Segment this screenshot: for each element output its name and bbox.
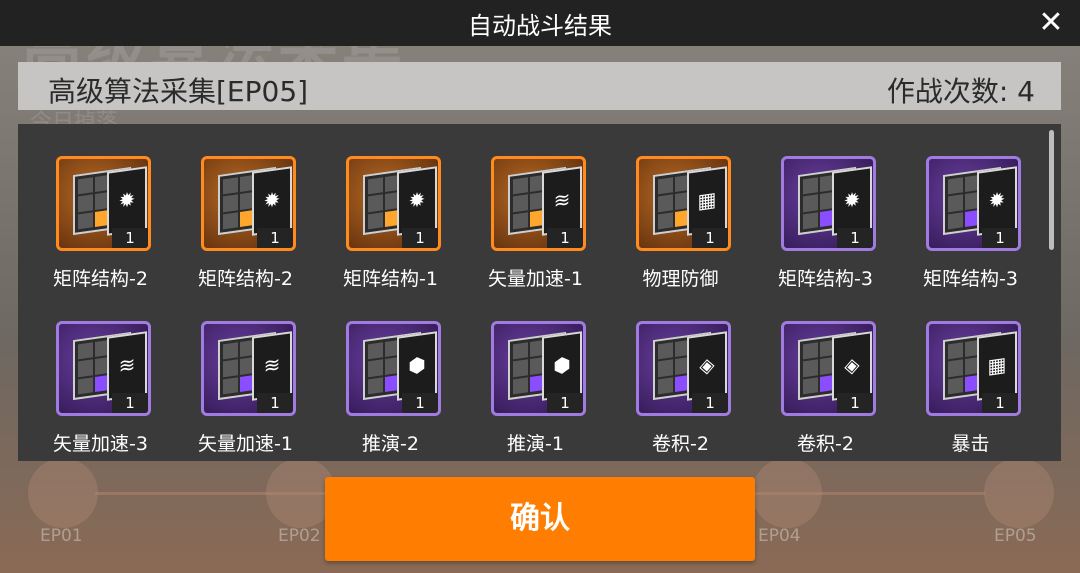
chip-emblem-icon: ▦ bbox=[977, 331, 1017, 401]
reward-item-name: 物理防御 bbox=[642, 268, 719, 290]
background-ep-label: EP02 bbox=[278, 526, 321, 546]
quantity-badge: 1 bbox=[112, 393, 148, 413]
close-icon[interactable]: ✕ bbox=[1034, 6, 1068, 40]
quantity-badge: 1 bbox=[837, 393, 873, 413]
quantity-badge: 1 bbox=[257, 393, 293, 413]
quantity-badge: 1 bbox=[692, 393, 728, 413]
result-header: 自动战斗结果 ✕ bbox=[0, 0, 1080, 46]
chip-emblem-icon: ⬢ bbox=[397, 331, 437, 401]
reward-item-name: 矢量加速-1 bbox=[488, 268, 583, 290]
reward-item[interactable]: ▦ 1 物理防御 bbox=[628, 146, 773, 311]
chip-emblem-icon: ⬢ bbox=[542, 331, 582, 401]
background-node bbox=[752, 458, 822, 528]
algorithm-chip-icon[interactable]: ▦ 1 bbox=[636, 156, 731, 251]
background-ep-label: EP01 bbox=[40, 526, 83, 546]
reward-item-name: 矩阵结构-2 bbox=[53, 268, 148, 290]
algorithm-chip-icon[interactable]: ◈ 1 bbox=[781, 321, 876, 416]
quantity-badge: 1 bbox=[547, 228, 583, 248]
chip-emblem-icon: ≋ bbox=[107, 331, 147, 401]
reward-item-name: 推演-2 bbox=[362, 433, 419, 455]
algorithm-chip-icon[interactable]: ≋ 1 bbox=[56, 321, 151, 416]
chip-emblem-icon: ≋ bbox=[252, 331, 292, 401]
sortie-count: 作战次数: 4 bbox=[886, 75, 1035, 108]
algorithm-chip-icon[interactable]: ✹ 1 bbox=[346, 156, 441, 251]
reward-item[interactable]: ≋ 1 矢量加速-3 bbox=[48, 311, 193, 461]
dialog-title: 自动战斗结果 bbox=[468, 12, 612, 40]
algorithm-chip-icon[interactable]: ⬢ 1 bbox=[346, 321, 441, 416]
stage-name: 高级算法采集[EP05] bbox=[48, 75, 309, 108]
quantity-badge: 1 bbox=[837, 228, 873, 248]
reward-item[interactable]: ✹ 1 矩阵结构-3 bbox=[773, 146, 918, 311]
confirm-button[interactable]: 确认 bbox=[325, 477, 755, 561]
chip-emblem-icon: ✹ bbox=[107, 166, 147, 236]
algorithm-chip-icon[interactable]: ⬢ 1 bbox=[491, 321, 586, 416]
algorithm-chip-icon[interactable]: ✹ 1 bbox=[201, 156, 296, 251]
background-node bbox=[984, 458, 1054, 528]
chip-emblem-icon: ✹ bbox=[832, 166, 872, 236]
reward-item[interactable]: ⬢ 1 推演-2 bbox=[338, 311, 483, 461]
reward-item-name: 卷积-2 bbox=[652, 433, 709, 455]
algorithm-chip-icon[interactable]: ✹ 1 bbox=[781, 156, 876, 251]
chip-emblem-icon: ▦ bbox=[687, 166, 727, 236]
chip-emblem-icon: ◈ bbox=[687, 331, 727, 401]
reward-item-name: 矩阵结构-3 bbox=[923, 268, 1018, 290]
reward-item[interactable]: ⬢ 1 推演-1 bbox=[483, 311, 628, 461]
reward-item[interactable]: ▦ 1 暴击 bbox=[918, 311, 1061, 461]
reward-item[interactable]: ≋ 1 矢量加速-1 bbox=[193, 311, 338, 461]
chip-emblem-icon: ✹ bbox=[977, 166, 1017, 236]
quantity-badge: 1 bbox=[982, 393, 1018, 413]
quantity-badge: 1 bbox=[547, 393, 583, 413]
quantity-badge: 1 bbox=[982, 228, 1018, 248]
reward-item-name: 推演-1 bbox=[507, 433, 564, 455]
rewards-grid: ✹ 1 矩阵结构-2 ✹ 1 矩阵结构-2 ✹ 1 矩阵结构-1 ≋ 1 矢量加速-1 ▦ 1 物理防御 ✹ 1… bbox=[48, 146, 1061, 461]
stage-info-bar: 高级算法采集[EP05] 作战次数: 4 bbox=[18, 62, 1061, 110]
reward-item[interactable]: ✹ 1 矩阵结构-1 bbox=[338, 146, 483, 311]
algorithm-chip-icon[interactable]: ≋ 1 bbox=[491, 156, 586, 251]
reward-item[interactable]: ◈ 1 卷积-2 bbox=[773, 311, 918, 461]
quantity-badge: 1 bbox=[257, 228, 293, 248]
reward-item[interactable]: ◈ 1 卷积-2 bbox=[628, 311, 773, 461]
reward-item[interactable]: ✹ 1 矩阵结构-2 bbox=[48, 146, 193, 311]
reward-item-name: 矩阵结构-2 bbox=[198, 268, 293, 290]
rewards-panel[interactable]: ✹ 1 矩阵结构-2 ✹ 1 矩阵结构-2 ✹ 1 矩阵结构-1 ≋ 1 矢量加速-1 ▦ 1 物理防御 ✹ 1… bbox=[18, 124, 1061, 461]
quantity-badge: 1 bbox=[402, 393, 438, 413]
quantity-badge: 1 bbox=[402, 228, 438, 248]
algorithm-chip-icon[interactable]: ✹ 1 bbox=[926, 156, 1021, 251]
quantity-badge: 1 bbox=[112, 228, 148, 248]
chip-emblem-icon: ✹ bbox=[397, 166, 437, 236]
background-ep-label: EP05 bbox=[994, 526, 1037, 546]
background-node bbox=[28, 458, 98, 528]
quantity-badge: 1 bbox=[692, 228, 728, 248]
reward-item-name: 矩阵结构-1 bbox=[343, 268, 438, 290]
chip-emblem-icon: ≋ bbox=[542, 166, 582, 236]
algorithm-chip-icon[interactable]: ◈ 1 bbox=[636, 321, 731, 416]
reward-item-name: 矢量加速-1 bbox=[198, 433, 293, 455]
rewards-scrollbar[interactable] bbox=[1049, 130, 1054, 250]
algorithm-chip-icon[interactable]: ▦ 1 bbox=[926, 321, 1021, 416]
reward-item-name: 矩阵结构-3 bbox=[778, 268, 873, 290]
reward-item-name: 暴击 bbox=[951, 433, 990, 455]
reward-item-name: 矢量加速-3 bbox=[53, 433, 148, 455]
algorithm-chip-icon[interactable]: ✹ 1 bbox=[56, 156, 151, 251]
chip-emblem-icon: ✹ bbox=[252, 166, 292, 236]
background-ep-label: EP04 bbox=[758, 526, 801, 546]
algorithm-chip-icon[interactable]: ≋ 1 bbox=[201, 321, 296, 416]
reward-item[interactable]: ✹ 1 矩阵结构-2 bbox=[193, 146, 338, 311]
chip-emblem-icon: ◈ bbox=[832, 331, 872, 401]
reward-item-name: 卷积-2 bbox=[797, 433, 854, 455]
reward-item[interactable]: ≋ 1 矢量加速-1 bbox=[483, 146, 628, 311]
reward-item[interactable]: ✹ 1 矩阵结构-3 bbox=[918, 146, 1061, 311]
